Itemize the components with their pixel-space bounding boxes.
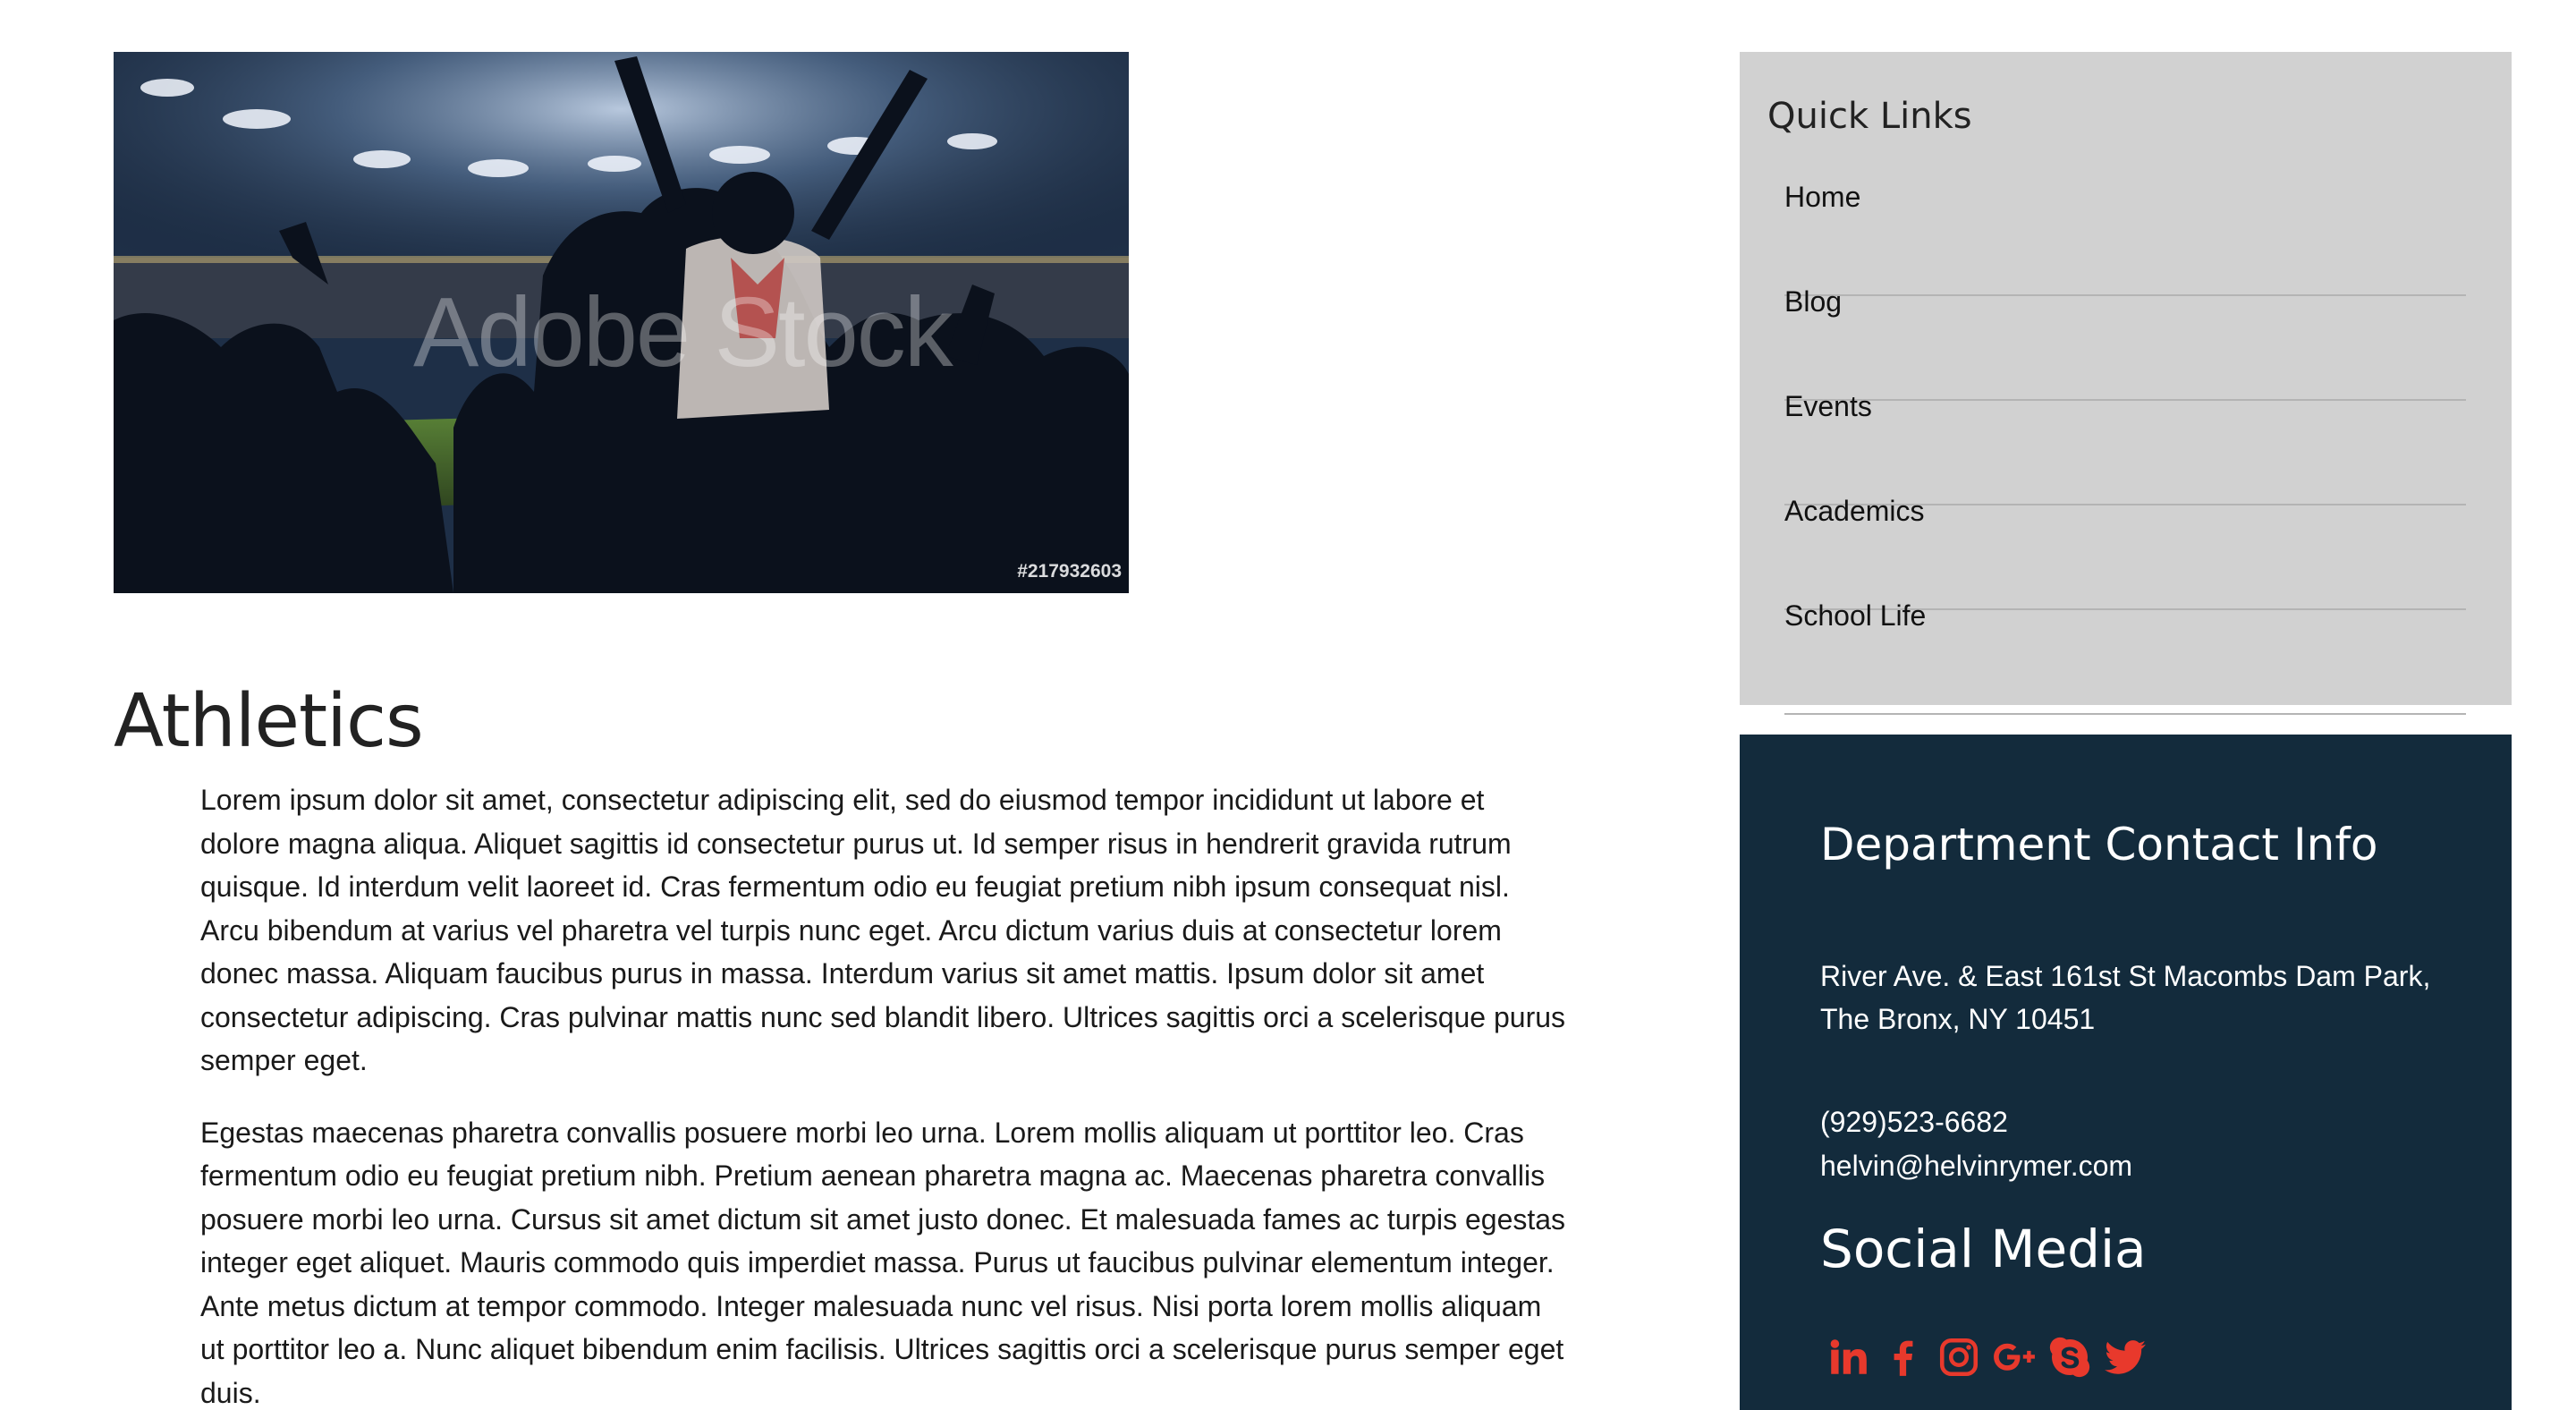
address-line-1: River Ave. & East 161st St Macombs Dam P… <box>1820 960 2431 992</box>
quick-links-panel: Quick Links Home Blog Events Academics S… <box>1740 52 2512 715</box>
watermark-text: Adobe Stock <box>413 277 953 387</box>
skype-icon[interactable] <box>2042 1329 2097 1385</box>
social-media-title: Social Media <box>1820 1219 2147 1279</box>
paragraph: Lorem ipsum dolor sit amet, consectetur … <box>200 784 1566 1076</box>
quick-link-item-school-life: School Life <box>1784 599 2466 715</box>
page-title: Athletics <box>114 679 424 764</box>
email-address[interactable]: helvin@helvinrymer.com <box>1820 1144 2132 1187</box>
quick-link-academics[interactable]: Academics <box>1784 489 1925 532</box>
quick-link-blog[interactable]: Blog <box>1784 280 1842 323</box>
instagram-icon[interactable] <box>1931 1329 1987 1385</box>
phone-number[interactable]: (929)523-6682 <box>1820 1100 2008 1143</box>
address-line-2: The Bronx, NY 10451 <box>1820 1003 2096 1035</box>
quick-links-list: Home Blog Events Academics School Life <box>1784 181 2466 715</box>
google-plus-icon[interactable] <box>1987 1329 2042 1385</box>
hero-image: Adobe Stock #217932603 <box>114 52 1129 593</box>
article-body: Lorem ipsum dolor sit amet, consectetur … <box>200 778 1569 1410</box>
contact-panel: Department Contact Info River Ave. & Eas… <box>1740 735 2512 1410</box>
quick-link-events[interactable]: Events <box>1784 385 1872 428</box>
facebook-icon[interactable] <box>1876 1329 1931 1385</box>
twitter-icon[interactable] <box>2097 1329 2153 1385</box>
quick-links-title: Quick Links <box>1767 96 1972 137</box>
quick-link-home[interactable]: Home <box>1784 175 1860 218</box>
quick-link-school-life[interactable]: School Life <box>1784 594 1926 637</box>
contact-title: Department Contact Info <box>1820 819 2378 871</box>
linkedin-icon[interactable] <box>1820 1329 1876 1385</box>
paragraph: Egestas maecenas pharetra convallis posu… <box>200 1116 1566 1409</box>
quick-link-item-blog: Blog <box>1784 285 2466 401</box>
stock-id-label: #217932603 <box>1017 561 1122 582</box>
social-icons <box>1820 1329 2153 1385</box>
quick-link-item-home: Home <box>1784 181 2466 296</box>
